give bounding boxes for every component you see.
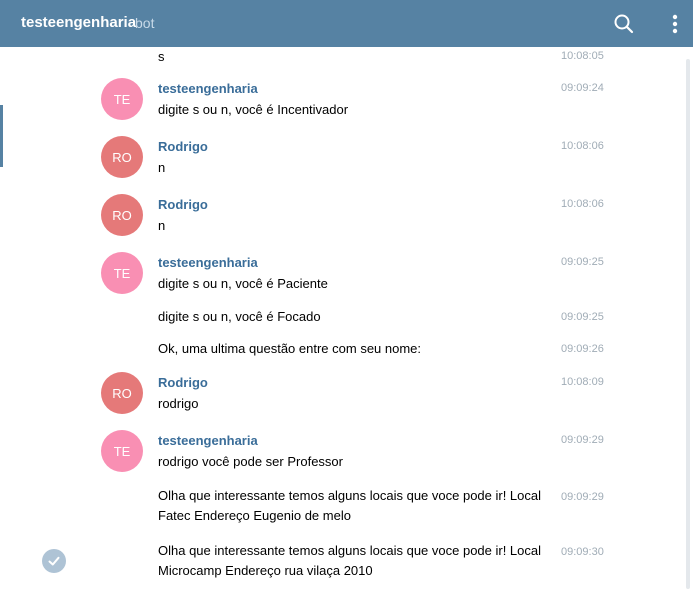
message-time: 09:09:24 (561, 82, 604, 94)
chat-title[interactable]: testeengenharia (21, 14, 136, 31)
message-text: n (158, 218, 166, 233)
avatar[interactable]: RO (101, 136, 143, 178)
message-author[interactable]: Rodrigo (158, 197, 208, 212)
message-text: digite s ou n, você é Paciente (158, 276, 328, 291)
avatar[interactable]: TE (101, 430, 143, 472)
avatar[interactable]: TE (101, 78, 143, 120)
message-text: Olha que interessante temos alguns locai… (158, 543, 542, 578)
message-text: n (158, 160, 166, 175)
message-author[interactable]: testeengenharia (158, 255, 258, 270)
chat-header: testeengenharia bot (0, 0, 693, 47)
avatar[interactable]: TE (101, 252, 143, 294)
message-time: 10:08:06 (561, 198, 604, 210)
search-icon[interactable] (612, 12, 636, 36)
message-time: 09:09:29 (561, 434, 604, 446)
check-icon[interactable] (42, 549, 66, 573)
avatar[interactable]: RO (101, 372, 143, 414)
message-time: 09:09:30 (561, 546, 604, 558)
message-text: rodrigo (158, 396, 199, 411)
message-author[interactable]: Rodrigo (158, 375, 208, 390)
message-text: Ok, uma ultima questão entre com seu nom… (158, 341, 422, 356)
message-time: 09:09:25 (561, 256, 604, 268)
message-time: 10:08:05 (561, 50, 604, 62)
message-time: 10:08:06 (561, 140, 604, 152)
message-history[interactable]: s 10:08:05 TE testeengenharia digite s o… (0, 47, 693, 598)
avatar[interactable]: RO (101, 194, 143, 236)
message-text: rodrigo você pode ser Professor (158, 454, 343, 469)
chat-subtitle: bot (135, 15, 155, 31)
message-time: 09:09:25 (561, 311, 604, 323)
message-text: Olha que interessante temos alguns locai… (158, 488, 542, 523)
message-author[interactable]: testeengenharia (158, 81, 258, 96)
message-author[interactable]: Rodrigo (158, 139, 208, 154)
message-text: s (158, 49, 165, 64)
message-time: 09:09:29 (561, 491, 604, 503)
more-vertical-icon[interactable] (664, 12, 686, 36)
message-time: 10:08:09 (561, 376, 604, 388)
selection-indicator (0, 105, 3, 167)
message-text: digite s ou n, você é Focado (158, 309, 321, 324)
scrollbar-thumb[interactable] (686, 59, 690, 589)
message-text: digite s ou n, você é Incentivador (158, 102, 349, 117)
message-author[interactable]: testeengenharia (158, 433, 258, 448)
message-time: 09:09:26 (561, 343, 604, 355)
